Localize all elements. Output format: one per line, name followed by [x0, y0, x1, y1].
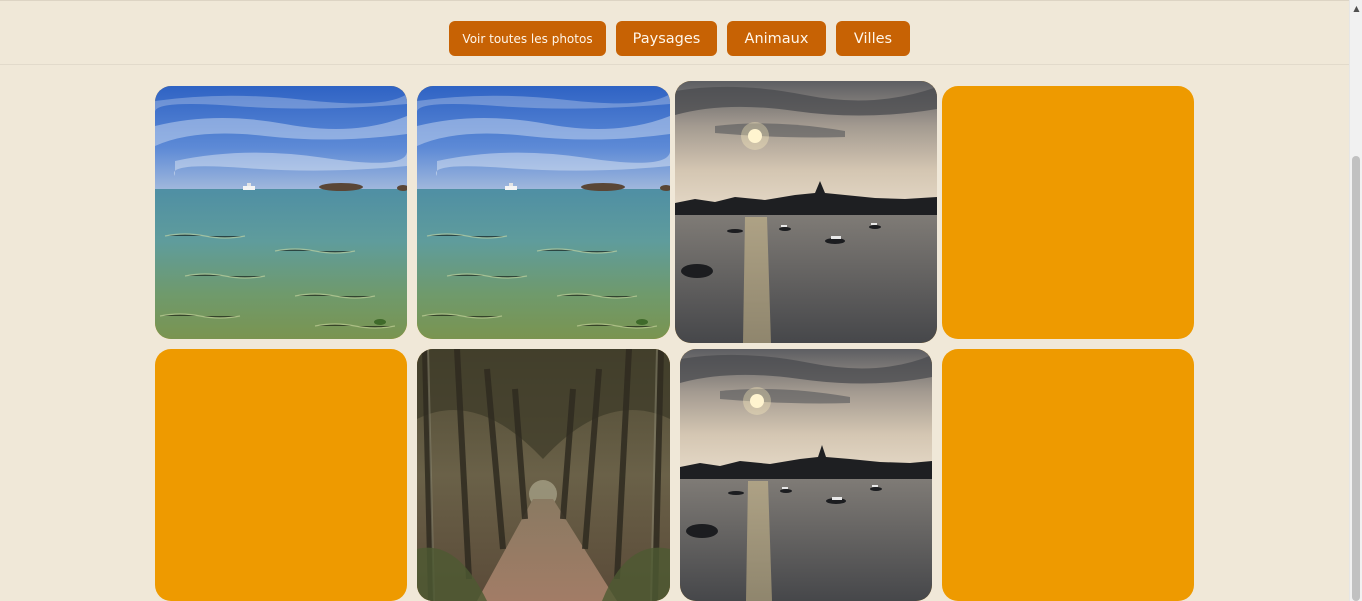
- gallery-photo-forest-path[interactable]: [417, 349, 670, 601]
- filter-landscapes-button[interactable]: Paysages: [616, 21, 717, 56]
- filter-cities-button[interactable]: Villes: [836, 21, 910, 56]
- scrollbar-thumb[interactable]: [1352, 156, 1360, 601]
- filter-bar: Voir toutes les photos Paysages Animaux …: [0, 0, 1349, 65]
- sea-photo-image: [155, 86, 407, 339]
- gallery-page: Voir toutes les photos Paysages Animaux …: [0, 0, 1349, 601]
- sea-photo-image: [417, 86, 670, 339]
- sunset-harbor-image: [680, 349, 932, 601]
- gallery-photo-sunset-harbor[interactable]: [680, 349, 932, 601]
- filter-all-button[interactable]: Voir toutes les photos: [449, 21, 606, 56]
- gallery-placeholder-tile[interactable]: [942, 349, 1194, 601]
- triangle-up-icon[interactable]: ▲: [1350, 0, 1362, 17]
- gallery-photo-sea[interactable]: [417, 86, 670, 339]
- filter-animals-button[interactable]: Animaux: [727, 21, 826, 56]
- vertical-scrollbar[interactable]: ▲: [1349, 0, 1362, 601]
- forest-path-image: [417, 349, 670, 601]
- gallery-photo-sunset-harbor[interactable]: [675, 81, 937, 343]
- gallery-placeholder-tile[interactable]: [155, 349, 407, 601]
- gallery-placeholder-tile[interactable]: [942, 86, 1194, 339]
- gallery-photo-sea[interactable]: [155, 86, 407, 339]
- sunset-harbor-image: [675, 81, 937, 343]
